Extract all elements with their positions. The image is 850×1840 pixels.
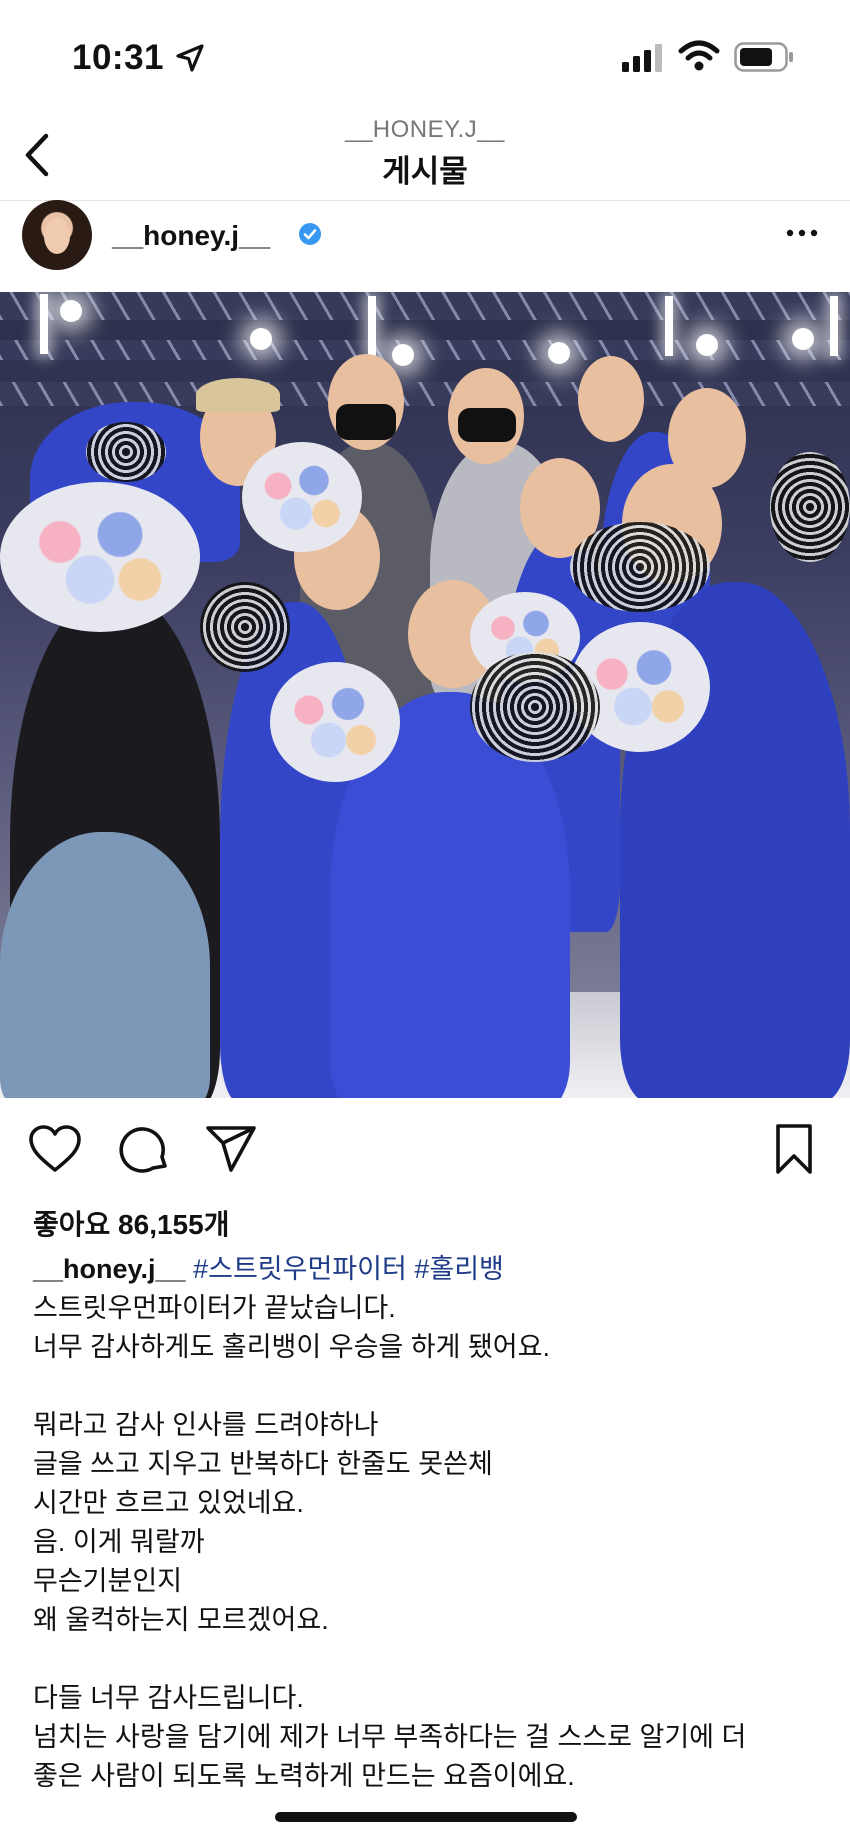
caption-line: 스트릿우먼파이터가 끝났습니다. [33, 1293, 396, 1323]
post-actions [0, 1098, 850, 1208]
verified-badge-icon [299, 223, 321, 245]
caption-line: 글을 쓰고 지우고 반복하다 한줄도 못쓴체 [33, 1449, 493, 1479]
caption-line: 왜 울컥하는지 모르겠어요. [33, 1605, 329, 1635]
post-caption: __honey.j__ #스트릿우먼파이터 #홀리뱅 스트릿우먼파이터가 끝났습… [33, 1250, 833, 1796]
heart-icon[interactable] [28, 1124, 82, 1174]
caption-line: 좋은 사람이 되도록 노력하게 만드는 요즘이에요. [33, 1761, 575, 1791]
caption-line: 너무 감사하게도 홀리뱅이 우승을 하게 됐어요. [33, 1332, 550, 1362]
comment-icon[interactable] [118, 1124, 170, 1176]
post-header: __honey.j__ [0, 200, 850, 292]
bookmark-icon[interactable] [772, 1122, 816, 1176]
avatar[interactable] [22, 200, 92, 270]
post-username[interactable]: __honey.j__ [112, 220, 270, 252]
hashtag-link[interactable]: #스트릿우먼파이터 [193, 1254, 407, 1284]
signal-icon [622, 44, 662, 72]
caption-line: 뭐라고 감사 인사를 드려야하나 [33, 1410, 379, 1440]
home-indicator[interactable] [275, 1812, 577, 1822]
caption-username[interactable]: __honey.j__ [33, 1254, 186, 1284]
caption-line: 다들 너무 감사드립니다. [33, 1683, 304, 1713]
status-time: 10:31 [72, 38, 165, 77]
caption-line: 무슨기분인지 [33, 1566, 183, 1596]
page-title: 게시물 [382, 154, 468, 189]
status-bar: 10:31 [0, 0, 850, 110]
location-arrow-icon [176, 44, 204, 72]
share-icon[interactable] [204, 1124, 258, 1174]
caption-line: 넘치는 사랑을 담기에 제가 너무 부족하다는 걸 스스로 알기에 더 [33, 1722, 747, 1752]
caption-line: 시간만 흐르고 있었네요. [33, 1488, 304, 1518]
nav-header: __HONEY.J__ 게시물 [0, 110, 850, 201]
likes-count[interactable]: 좋아요 86,155개 [33, 1203, 229, 1243]
wifi-icon [678, 40, 720, 71]
hashtag-link[interactable]: #홀리뱅 [414, 1254, 504, 1284]
post-photo[interactable] [0, 292, 850, 1098]
caption-line: 음. 이게 뭐랄까 [33, 1527, 205, 1557]
account-subtitle: __HONEY.J__ [345, 116, 505, 143]
battery-icon [734, 42, 793, 72]
more-dots-icon[interactable] [782, 218, 822, 248]
